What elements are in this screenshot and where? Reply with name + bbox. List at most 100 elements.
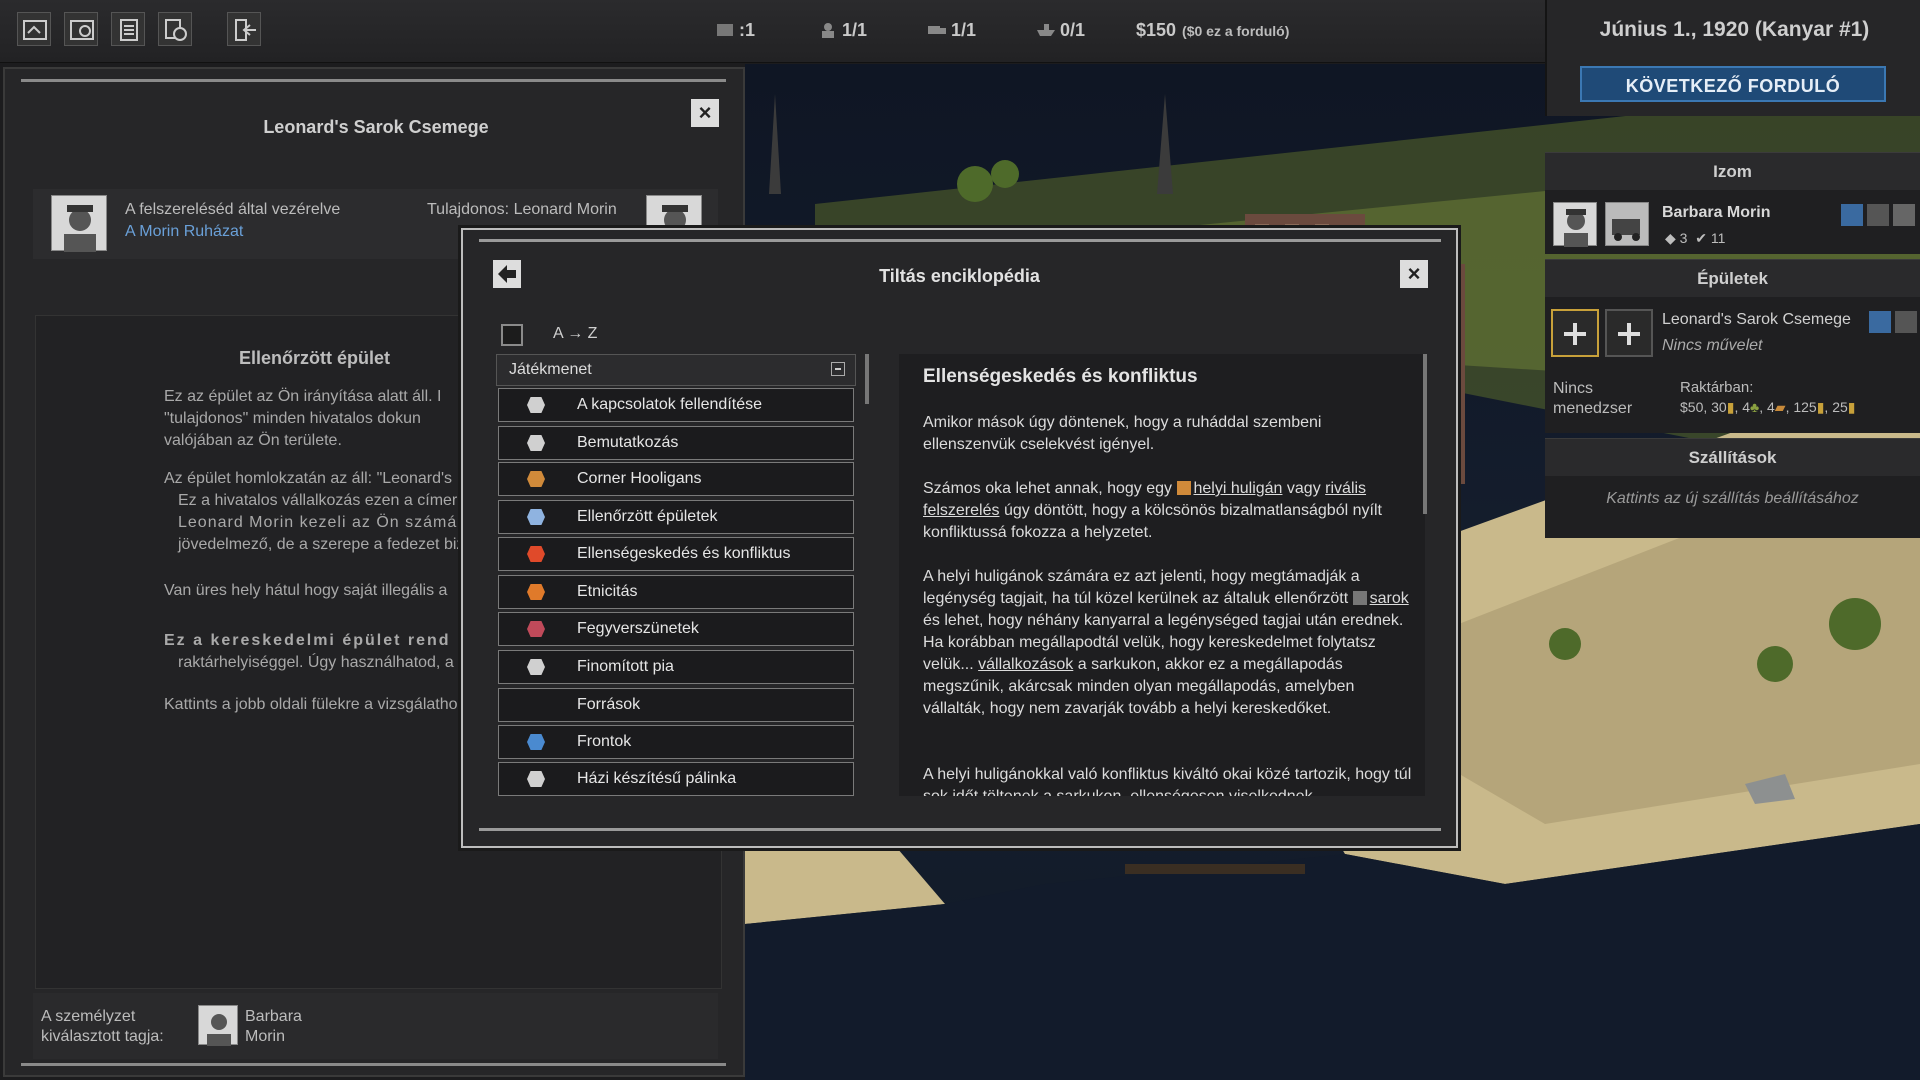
topic-item[interactable]: Ellenőrzött épületek [498,500,854,534]
map-icon[interactable] [17,12,51,46]
right-panel: Június 1., 1920 (Kanyar #1) KÖVETKEZŐ FO… [1545,0,1920,545]
muscle-stat: 1/1 [818,20,867,41]
topic-label: Házi készítésű pálinka [577,770,737,787]
topic-list[interactable]: Játékmenet A kapcsolatok fellendítése Bem… [496,354,856,796]
encyclopedia-dialog: Tiltás enciklopédia × A → Z Játékmenet A… [461,228,1458,848]
list-icon[interactable] [1893,204,1915,226]
knife-icon: ✔ [1695,230,1707,246]
exit-icon[interactable] [227,12,261,46]
sort-checkbox[interactable] [501,324,523,346]
storage-values: $50, 30▮, 4♣, 4▰, 125▮, 25▮ [1680,399,1856,415]
add-building-button[interactable] [1551,309,1599,357]
close-button[interactable]: × [1400,260,1428,288]
topic-item[interactable]: Bemutatkozás [498,426,854,460]
muscle-section: Barbara Morin ◆ 3 ✔ 11 [1545,190,1920,254]
muscle-portrait[interactable] [1553,202,1597,247]
person-icon[interactable] [1895,311,1917,333]
bottle-icon: ▮ [1816,399,1825,415]
list-scrollbar[interactable] [865,354,869,404]
article-panel: Ellenségeskedés és konfliktus Amikor más… [899,354,1425,796]
dialog-title: Tiltás enciklopédia [879,266,1040,286]
topic-label: Corner Hooligans [577,470,702,487]
category-header[interactable]: Játékmenet [496,354,856,386]
building-status: Nincs művelet [1662,337,1763,354]
crew-label: A személyzet kiválasztott tagja: [41,1008,164,1045]
topic-item[interactable]: A kapcsolatok fellendítése [498,388,854,422]
muscle-section-title: Izom [1545,152,1920,191]
bullet-space: Van üres hely hátul hogy saját illegális… [164,582,448,599]
map-pin-icon[interactable] [1841,204,1863,226]
still-icon [527,659,545,675]
hooligan-icon [1176,481,1191,495]
tab-hint: Kattints a jobb oldali fülekre a vizsgál… [164,696,458,713]
topic-label: Bemutatkozás [577,434,679,451]
leader-portrait[interactable] [51,195,107,252]
divider [21,1063,726,1066]
topic-item[interactable]: Frontok [498,725,854,759]
flag-icon [527,584,545,600]
boat-icon [1036,22,1056,38]
bullet-storage: Ez a kereskedelmi épület rend raktárhely… [164,632,454,671]
next-turn-button[interactable]: KÖVETKEZŐ FORDULÓ [1580,66,1886,102]
notes-icon[interactable] [111,12,145,46]
truce-icon [527,621,545,637]
collapse-icon[interactable] [831,362,845,376]
topic-item[interactable]: Fegyverszünetek [498,612,854,646]
divider [479,239,1441,242]
no-manager-label: Nincs menedzser [1553,380,1633,417]
add-manager-button[interactable] [1605,309,1653,357]
article-paragraph: A helyi huligánokkal való konfliktus kiv… [923,766,1412,796]
topic-label: Finomított pia [577,658,674,675]
map-pin-icon[interactable] [1869,311,1891,333]
money-stat: $150 ($0 ez a forduló) [1136,20,1290,40]
crate-icon: ▮ [1847,399,1856,415]
businesses-link[interactable]: vállalkozások [978,656,1073,673]
topic-item[interactable]: Etnicitás [498,575,854,609]
divider [479,828,1441,831]
outfit-link[interactable]: A Morin Ruházat [125,223,243,241]
topic-label: Frontok [577,733,632,750]
globe-icon[interactable] [158,12,192,46]
controlled-by-label: A felszereléséd által vezérelve [125,201,341,218]
building-name[interactable]: Leonard's Sarok Csemege [1662,311,1851,329]
topic-item[interactable]: Finomított pia [498,650,854,684]
shipments-section-title: Szállítások [1545,438,1920,477]
divider [21,79,726,82]
topic-label: Fegyverszünetek [577,620,699,637]
topic-item[interactable]: Házi készítésű pálinka [498,762,854,796]
topic-item[interactable]: Ellenségeskedés és konfliktus [498,537,854,571]
handshake-icon [527,397,545,413]
crew-name: Barbara Morin [245,1008,302,1045]
shipments-hint[interactable]: Kattints az új szállítás beállításához [1545,490,1920,508]
truck-icon [927,22,947,38]
article-paragraph: Amikor mások úgy döntenek, hogy a ruhádd… [923,414,1322,453]
topic-label: Források [577,696,641,713]
map-search-icon[interactable] [64,12,98,46]
shipments-section[interactable]: Kattints az új szállítás beállításához [1545,476,1920,538]
topic-label: A kapcsolatok fellendítése [577,396,763,413]
topic-label: Ellenségeskedés és konfliktus [577,545,791,562]
topic-label: Etnicitás [577,583,638,600]
topic-item[interactable]: Corner Hooligans [498,462,854,496]
owner-label: Tulajdonos: Leonard Morin [427,201,617,218]
corner-icon [715,22,735,38]
article-title: Ellenségeskedés és konfliktus [923,366,1198,387]
vehicle-portrait[interactable] [1605,202,1649,246]
buildings-section: Leonard's Sarok Csemege Nincs művelet Ni… [1545,297,1920,433]
date-label: Június 1., 1920 (Kanyar #1) [1599,18,1870,41]
article-scrollbar[interactable] [1423,354,1427,514]
topic-item[interactable]: Források [498,688,854,722]
topic-label: Ellenőrzött épületek [577,508,718,525]
people-icon [527,435,545,451]
corner-link[interactable]: sarok [1370,590,1409,607]
hooligan-link[interactable]: helyi huligán [1194,480,1283,497]
crew-portrait[interactable] [198,1005,238,1046]
muscle-icon [818,22,838,38]
building-title: Leonard's Sarok Csemege [263,117,489,137]
close-button[interactable]: × [691,99,719,127]
hops-icon: ♣ [1750,399,1760,415]
muscle-name: Barbara Morin [1662,204,1771,221]
boats-stat: 0/1 [1036,20,1085,41]
lightning-icon [527,546,545,562]
person-icon[interactable] [1867,204,1889,226]
